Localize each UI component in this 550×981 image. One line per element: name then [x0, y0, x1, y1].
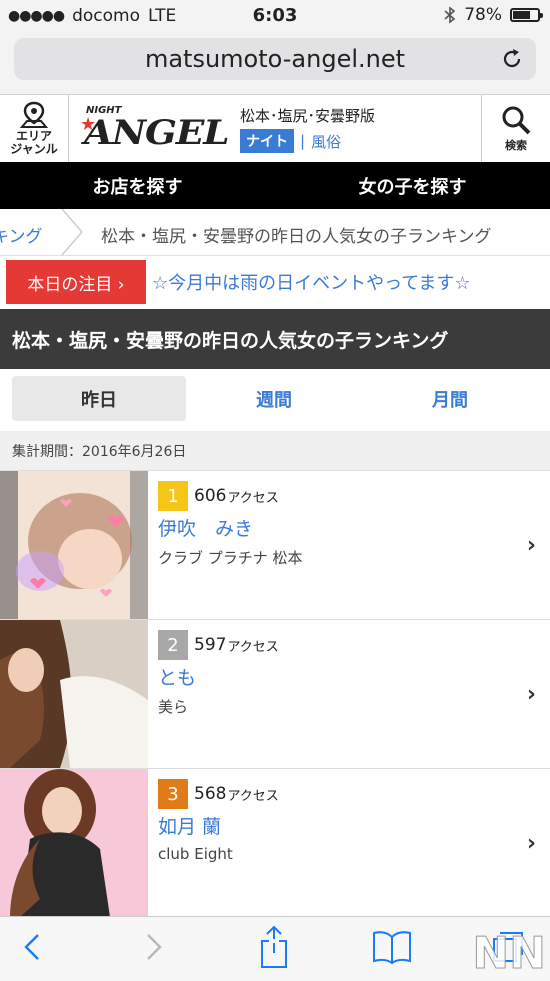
area-genre-button[interactable]: エリア ジャンル [0, 95, 69, 162]
nav-find-girls[interactable]: 女の子を探す [275, 162, 550, 209]
tab-yesterday[interactable]: 昨日 [12, 376, 186, 421]
browser-toolbar: NN [0, 916, 550, 981]
site-logo[interactable]: NIGHT ★ ANGEL [80, 105, 230, 153]
girl-photo[interactable] [0, 471, 148, 619]
logo-angel-text: ANGEL [84, 113, 230, 153]
access-count: 597 [194, 635, 227, 655]
breadcrumb-separator-icon [61, 209, 83, 255]
browser-chrome: matsumoto-angel.net [0, 32, 550, 95]
category-fuzoku[interactable]: 風俗 [311, 131, 341, 152]
ranking-row[interactable]: 2 597 アクセス とも 美ら › [0, 620, 550, 769]
url-text: matsumoto-angel.net [144, 45, 406, 73]
aggregation-period: 集計期間：2016年6月26日 [0, 431, 550, 471]
access-count: 568 [194, 784, 227, 804]
battery-percent: 78% [464, 5, 502, 25]
ranking-row[interactable]: 3 568 アクセス 如月 蘭 club Eight › [0, 769, 550, 918]
map-pin-icon [19, 101, 49, 128]
rank-badge: 2 [158, 630, 188, 660]
battery-icon [510, 8, 543, 22]
genre-label: ジャンル [10, 142, 58, 156]
period-tabs: 昨日 週間 月間 [0, 369, 550, 432]
shop-name: 美ら [158, 698, 189, 716]
bluetooth-icon [444, 6, 456, 24]
access-count: 606 [194, 486, 227, 506]
reload-icon[interactable] [500, 47, 524, 71]
address-bar[interactable]: matsumoto-angel.net [14, 38, 536, 80]
nav-find-shops[interactable]: お店を探す [0, 162, 275, 209]
section-title: 松本・塩尻・安曇野の昨日の人気女の子ランキング [0, 309, 550, 369]
search-icon [502, 106, 531, 135]
tab-week[interactable]: 週間 [186, 376, 362, 421]
category-night[interactable]: ナイト [240, 129, 294, 153]
tab-month[interactable]: 月間 [362, 376, 538, 421]
search-button[interactable]: 検索 [481, 95, 550, 162]
forward-icon[interactable] [140, 929, 166, 965]
chevron-right-icon: › [526, 533, 536, 558]
girl-name[interactable]: とも [158, 663, 279, 690]
ranking-list: 1 606 アクセス 伊吹 みき クラブ プラチナ 松本 › 2 597 アクセ… [0, 471, 550, 918]
notice-banner[interactable]: 本日の注目 › ☆今月中は雨の日イベントやってます☆ [6, 260, 546, 304]
ranking-row[interactable]: 1 606 アクセス 伊吹 みき クラブ プラチナ 松本 › [0, 471, 550, 620]
watermark-logo: NN [472, 928, 547, 980]
girl-name[interactable]: 如月 蘭 [158, 812, 279, 839]
status-bar: ●●●●● docomo LTE 6:03 78% [0, 0, 550, 32]
region-label: 松本･塩尻･安曇野版 [240, 107, 376, 125]
breadcrumb-prev[interactable]: キング [0, 222, 43, 247]
chevron-right-icon: › [526, 831, 536, 856]
shop-name: クラブ プラチナ 松本 [158, 549, 303, 567]
notice-text[interactable]: ☆今月中は雨の日イベントやってます☆ [152, 269, 470, 295]
access-unit: アクセス [227, 788, 279, 804]
breadcrumb-current: 松本・塩尻・安曇野の昨日の人気女の子ランキング [101, 227, 492, 247]
notice-tag[interactable]: 本日の注目 › [6, 260, 146, 304]
site-header: エリア ジャンル NIGHT ★ ANGEL 松本･塩尻･安曇野版 ナイト | … [0, 95, 550, 163]
shop-name: club Eight [158, 845, 233, 863]
girl-photo[interactable] [0, 620, 148, 768]
rank-badge: 3 [158, 779, 188, 809]
back-icon[interactable] [20, 929, 46, 965]
breadcrumb: キング 松本・塩尻・安曇野の昨日の人気女の子ランキング [0, 209, 550, 256]
main-nav: お店を探す 女の子を探す [0, 162, 550, 209]
girl-photo[interactable] [0, 769, 148, 917]
rank-badge: 1 [158, 481, 188, 511]
girl-name[interactable]: 伊吹 みき [158, 514, 303, 541]
search-label: 検索 [505, 139, 527, 152]
access-unit: アクセス [227, 639, 279, 655]
bookmarks-icon[interactable] [372, 929, 412, 965]
chevron-right-icon: › [526, 682, 536, 707]
category-separator: | [300, 132, 306, 150]
share-icon[interactable] [257, 925, 291, 969]
category-switch: ナイト | 風俗 [240, 129, 341, 153]
access-unit: アクセス [227, 490, 279, 506]
